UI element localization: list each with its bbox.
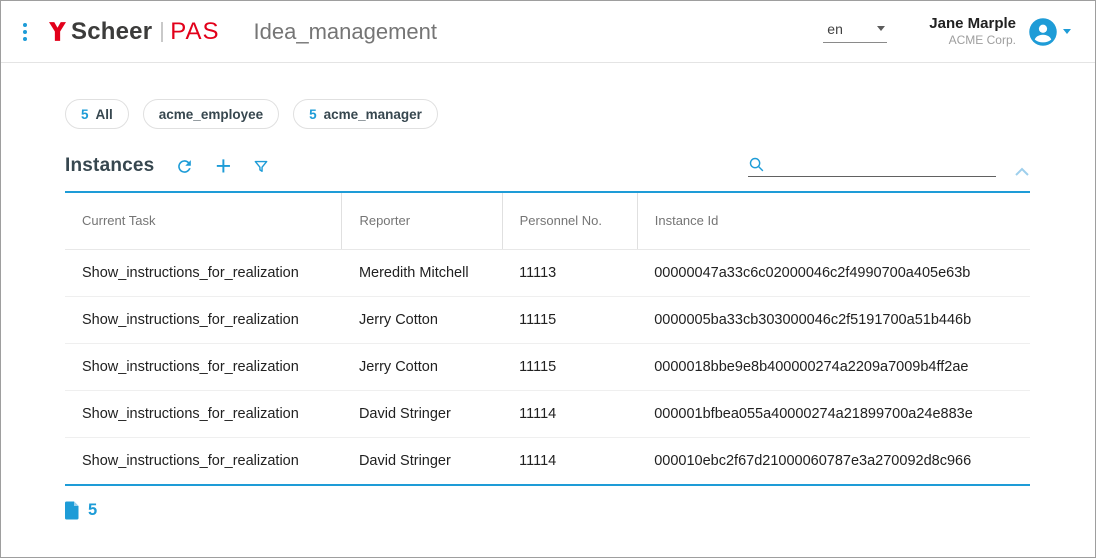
table-cell: Show_instructions_for_realization: [65, 296, 342, 343]
scheer-logo-icon: [49, 22, 66, 41]
table-cell: Show_instructions_for_realization: [65, 390, 342, 437]
table-cell: 000001bfbea055a40000274a21899700a24e883e: [637, 390, 1030, 437]
logo-divider: [161, 22, 163, 42]
chip-label: acme_employee: [159, 107, 263, 122]
table-cell: Show_instructions_for_realization: [65, 249, 342, 296]
table-row[interactable]: Show_instructions_for_realizationMeredit…: [65, 249, 1030, 296]
collapse-section-button[interactable]: [1014, 166, 1030, 177]
table-header-row: Current TaskReporterPersonnel No.Instanc…: [65, 193, 1030, 249]
filter-chip-acme-employee[interactable]: acme_employee: [143, 99, 279, 129]
page-title: Idea_management: [254, 19, 437, 45]
refresh-button[interactable]: [175, 157, 194, 176]
account-circle-icon: [1028, 17, 1058, 47]
user-company: ACME Corp.: [929, 33, 1016, 48]
table-row[interactable]: Show_instructions_for_realizationDavid S…: [65, 390, 1030, 437]
user-info: Jane Marple ACME Corp.: [929, 15, 1016, 49]
column-header: Reporter: [342, 193, 502, 249]
chevron-up-icon: [1014, 166, 1030, 177]
top-bar: Scheer PAS Idea_management en Jane Marpl…: [1, 1, 1095, 63]
table-body: Show_instructions_for_realizationMeredit…: [65, 249, 1030, 484]
column-header: Instance Id: [637, 193, 1030, 249]
table-row[interactable]: Show_instructions_for_realizationJerry C…: [65, 296, 1030, 343]
language-value: en: [827, 21, 843, 37]
logo-suffix-text: PAS: [170, 18, 219, 46]
filter-button[interactable]: [252, 158, 270, 175]
column-header: Personnel No.: [502, 193, 637, 249]
table-cell: 11114: [502, 390, 637, 437]
table-cell: Show_instructions_for_realization: [65, 343, 342, 390]
search-area: [748, 156, 1030, 177]
table-footer: 5: [65, 501, 1095, 520]
table-cell: 000010ebc2f67d21000060787e3a270092d8c966: [637, 437, 1030, 484]
instances-toolbar: Instances +: [65, 155, 1030, 177]
search-icon: [748, 156, 765, 173]
table-cell: 11114: [502, 437, 637, 484]
role-filter-chips: 5 All acme_employee 5 acme_manager: [65, 99, 1095, 129]
avatar[interactable]: [1028, 17, 1058, 47]
chip-label: acme_manager: [324, 107, 422, 122]
scheer-pas-logo: Scheer PAS: [49, 18, 220, 46]
logo-brand-text: Scheer: [71, 18, 152, 46]
language-select[interactable]: en: [823, 21, 887, 43]
user-menu-chevron-icon[interactable]: [1063, 29, 1071, 34]
chip-count: 5: [309, 107, 317, 122]
table-cell: 11115: [502, 296, 637, 343]
add-instance-button[interactable]: +: [215, 156, 231, 176]
table-cell: 0000005ba33cb303000046c2f5191700a51b446b: [637, 296, 1030, 343]
search-input[interactable]: [765, 156, 996, 173]
table-cell: David Stringer: [342, 390, 502, 437]
instances-heading: Instances: [65, 155, 154, 177]
table-cell: Jerry Cotton: [342, 343, 502, 390]
app-window: Scheer PAS Idea_management en Jane Marpl…: [0, 0, 1096, 558]
table-cell: Show_instructions_for_realization: [65, 437, 342, 484]
instance-count: 5: [88, 501, 97, 520]
table-cell: 0000018bbe9e8b400000274a2209a7009b4ff2ae: [637, 343, 1030, 390]
refresh-icon: [175, 157, 194, 176]
table-row[interactable]: Show_instructions_for_realizationDavid S…: [65, 437, 1030, 484]
table-cell: Meredith Mitchell: [342, 249, 502, 296]
chevron-down-icon: [877, 26, 885, 31]
search-box: [748, 156, 996, 177]
table-row[interactable]: Show_instructions_for_realizationJerry C…: [65, 343, 1030, 390]
filter-chip-acme-manager[interactable]: 5 acme_manager: [293, 99, 438, 129]
table-cell: Jerry Cotton: [342, 296, 502, 343]
table-cell: David Stringer: [342, 437, 502, 484]
table-cell: 11113: [502, 249, 637, 296]
column-header: Current Task: [65, 193, 342, 249]
filter-chip-all[interactable]: 5 All: [65, 99, 129, 129]
app-menu-button[interactable]: [19, 19, 31, 45]
chip-count: 5: [81, 107, 89, 122]
table-cell: 11115: [502, 343, 637, 390]
chip-label: All: [96, 107, 113, 122]
filter-icon: [252, 158, 270, 175]
table-cell: 00000047a33c6c02000046c2f4990700a405e63b: [637, 249, 1030, 296]
instances-table: Current TaskReporterPersonnel No.Instanc…: [65, 191, 1030, 486]
document-count-icon: [65, 501, 80, 520]
user-name: Jane Marple: [929, 15, 1016, 34]
